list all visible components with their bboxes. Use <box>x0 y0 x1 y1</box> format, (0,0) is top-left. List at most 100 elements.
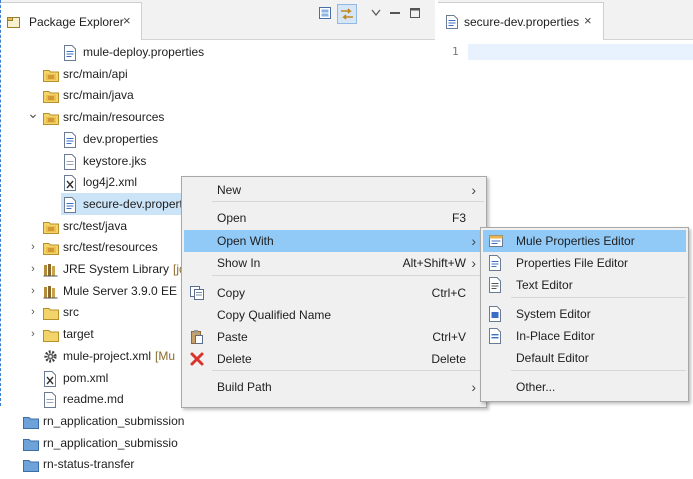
menu-item-label: New <box>217 183 242 197</box>
collapse-all-icon <box>319 7 331 19</box>
delete-icon <box>189 351 205 367</box>
maximize-view-button[interactable] <box>406 4 424 22</box>
tree-item-label: src/test/resources <box>63 240 158 255</box>
menu-item-label: Copy Qualified Name <box>217 308 332 322</box>
file-icon <box>43 392 59 409</box>
tree-item-label: rn_application_submission <box>43 413 185 428</box>
source-folder-icon <box>43 67 59 82</box>
tree-item-label: src/test/java <box>63 218 128 233</box>
library-icon <box>43 284 59 299</box>
close-icon[interactable]: × <box>584 13 592 28</box>
in-place-editor-icon <box>488 328 504 344</box>
chevron-right-icon[interactable]: › <box>27 301 39 323</box>
menu-item-open[interactable]: Open F3 <box>184 207 484 229</box>
package-explorer-tab-bar: Package Explorer × <box>0 0 435 40</box>
properties-file-icon <box>63 196 79 213</box>
tree-item-label: Mule Server 3.9.0 EE <box>63 283 178 298</box>
tree-item-label: JRE System Library <box>63 262 170 276</box>
chevron-down-icon[interactable]: ⌄ <box>27 102 39 124</box>
link-with-editor-button[interactable] <box>337 4 357 24</box>
chevron-right-icon[interactable]: › <box>27 258 39 280</box>
chevron-right-icon[interactable]: › <box>27 236 39 258</box>
tree-item-label: mule-project.xml <box>63 348 152 363</box>
menu-separator <box>511 370 686 371</box>
menu-item-label: Paste <box>217 330 248 344</box>
submenu-item-properties-file-editor[interactable]: Properties File Editor <box>483 252 686 274</box>
editor-text-area[interactable] <box>468 44 693 60</box>
menu-item-label: Show In <box>217 256 261 270</box>
menu-item-delete[interactable]: Delete Delete <box>184 348 484 370</box>
view-focus-border <box>0 0 2 406</box>
menu-item-paste[interactable]: Paste Ctrl+V <box>184 326 484 348</box>
submenu-item-label: Default Editor <box>516 351 589 365</box>
source-folder-icon <box>43 240 59 256</box>
project-icon <box>23 436 39 451</box>
link-with-editor-icon <box>341 8 353 20</box>
submenu-item-label: Properties File Editor <box>516 256 629 270</box>
tree-item-label: src/main/java <box>63 88 134 103</box>
submenu-item-label: Mule Properties Editor <box>516 234 635 248</box>
chevron-right-icon[interactable]: › <box>27 323 39 345</box>
chevron-right-icon: › <box>471 233 476 249</box>
submenu-item-other[interactable]: Other... <box>483 376 686 398</box>
menu-item-copy[interactable]: Copy Ctrl+C <box>184 282 484 304</box>
package-explorer-tab-label: Package Explorer <box>29 15 124 29</box>
collapse-all-button[interactable] <box>316 4 334 22</box>
chevron-right-icon[interactable]: › <box>27 280 39 302</box>
properties-file-icon <box>63 45 79 61</box>
tree-item[interactable]: mule-deploy.properties <box>0 41 435 63</box>
properties-file-icon <box>446 15 458 29</box>
project-icon <box>23 457 39 473</box>
submenu-item-label: Other... <box>516 380 556 394</box>
tree-item[interactable]: secure-dev.propertie <box>61 192 201 215</box>
tree-item[interactable]: rn_application_submissio <box>0 432 435 454</box>
menu-item-open-with[interactable]: Open With › <box>184 230 484 252</box>
tree-item[interactable]: keystore.jks <box>0 150 435 172</box>
package-explorer-tab[interactable]: Package Explorer × <box>1 2 142 40</box>
chevron-right-icon: › <box>471 255 476 271</box>
menu-item-build-path[interactable]: Build Path › <box>184 376 484 398</box>
menu-item-label: Delete <box>217 352 252 366</box>
tree-item[interactable]: rn_application_submission <box>0 410 435 432</box>
tree-item[interactable]: rn-status-transfer <box>0 453 435 475</box>
tree-item[interactable]: src/main/api <box>0 63 435 85</box>
close-icon[interactable]: × <box>123 13 131 28</box>
project-icon <box>23 414 39 429</box>
menu-separator <box>212 201 484 202</box>
folder-icon <box>43 305 59 321</box>
submenu-item-mule-properties-editor[interactable]: Mule Properties Editor <box>483 230 686 252</box>
text-editor-icon <box>488 277 504 293</box>
submenu-item-in-place-editor[interactable]: In-Place Editor <box>483 325 686 347</box>
menu-item-shortcut: Ctrl+C <box>431 286 466 300</box>
tree-item-label: src/main/api <box>63 66 128 81</box>
tree-item-label: rn-status-transfer <box>43 457 135 472</box>
properties-file-icon <box>63 131 79 148</box>
tree-item-label: dev.properties <box>83 131 159 146</box>
view-menu-button[interactable] <box>367 4 385 22</box>
chevron-right-icon: › <box>471 182 476 198</box>
properties-editor-icon <box>488 255 504 271</box>
minimize-view-button[interactable] <box>386 4 404 22</box>
tree-item[interactable]: dev.properties <box>0 128 435 150</box>
xml-file-icon <box>63 175 79 192</box>
library-icon <box>43 262 59 277</box>
tree-item-label: src <box>63 305 79 320</box>
gear-icon <box>43 349 59 363</box>
menu-item-copy-qualified-name[interactable]: Copy Qualified Name <box>184 304 484 326</box>
editor-tab[interactable]: secure-dev.properties × <box>438 2 604 40</box>
menu-item-shortcut: F3 <box>451 211 466 225</box>
line-number: 1 <box>452 45 459 58</box>
tree-item-decoration: [Mu <box>155 348 176 363</box>
tree-item-label: secure-dev.propertie <box>83 196 193 211</box>
submenu-item-default-editor[interactable]: Default Editor <box>483 347 686 369</box>
submenu-item-text-editor[interactable]: Text Editor <box>483 274 686 296</box>
menu-item-shortcut: Delete <box>431 352 466 366</box>
tree-item-label: mule-deploy.properties <box>83 45 205 59</box>
editor-tab-bar: secure-dev.properties × <box>438 0 693 40</box>
tree-item-label: readme.md <box>63 392 124 407</box>
submenu-item-system-editor[interactable]: System Editor <box>483 303 686 325</box>
tree-item[interactable]: src/main/java <box>0 84 435 106</box>
menu-item-show-in[interactable]: Show In Alt+Shift+W › <box>184 252 484 274</box>
menu-item-new[interactable]: New › <box>184 179 484 201</box>
tree-item[interactable]: ⌄ src/main/resources <box>0 105 435 128</box>
